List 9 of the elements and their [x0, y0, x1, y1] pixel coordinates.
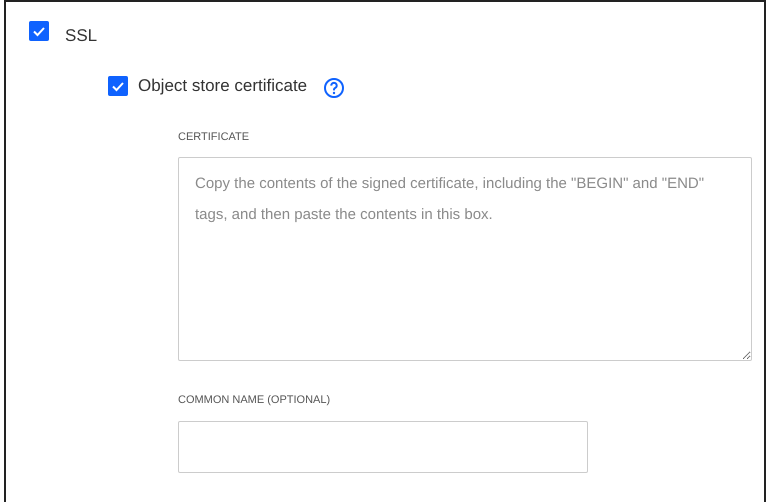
certificate-field[interactable]: Copy the contents of the signed certificate, including the "BEGIN" and "END" tags, and then paste the contents in this box. [178, 157, 752, 361]
help-icon[interactable] [323, 77, 346, 99]
common-name-field[interactable] [178, 421, 588, 473]
checkbox[interactable] [29, 21, 49, 41]
field-label: CERTIFICATE [178, 131, 250, 143]
checkbox[interactable] [108, 76, 128, 96]
checkbox-label: SSL [65, 26, 98, 46]
checkbox-label: Object store certificate [138, 76, 308, 96]
field-label: COMMON NAME (OPTIONAL) [178, 394, 330, 406]
